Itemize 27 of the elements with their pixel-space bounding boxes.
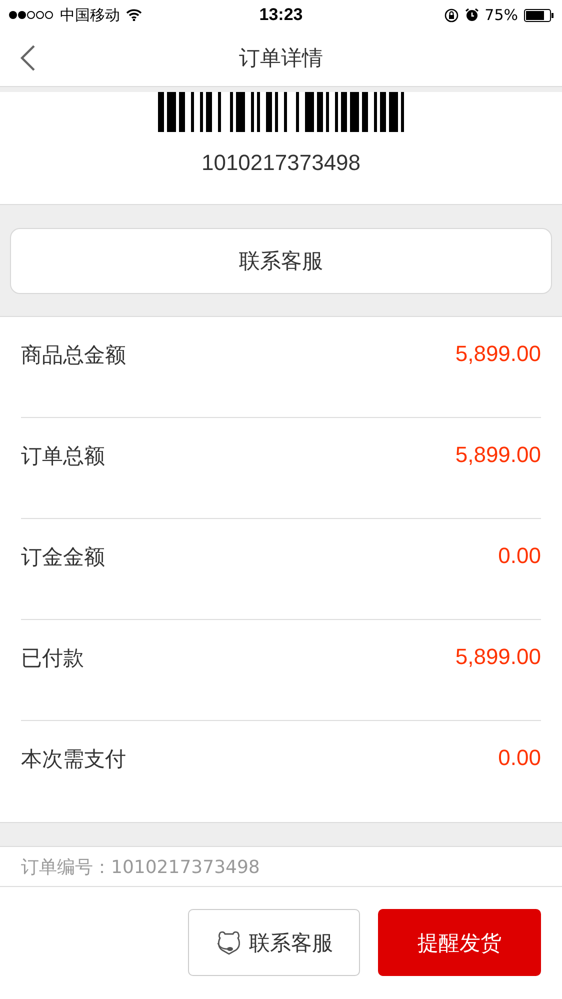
amount-label: 订金金额	[21, 544, 105, 571]
carrier-name: 中国移动	[60, 6, 120, 24]
amount-value: 0.00	[498, 745, 541, 771]
order-number: 订单编号：1010217373498	[21, 856, 260, 878]
page-title: 订单详情	[239, 45, 323, 72]
amount-label: 已付款	[21, 645, 84, 672]
remind-shipping-button[interactable]: 提醒发货	[378, 909, 541, 976]
back-icon[interactable]	[20, 44, 36, 72]
amount-value: 5,899.00	[455, 341, 541, 367]
amount-value: 0.00	[498, 543, 541, 569]
contact-service-button[interactable]: 联系客服	[10, 228, 552, 294]
amount-value: 5,899.00	[455, 442, 541, 468]
bear-headset-icon	[215, 930, 243, 956]
rotation-lock-icon	[444, 8, 459, 22]
battery-percent: 75%	[484, 6, 518, 24]
amount-label: 商品总金额	[21, 342, 126, 369]
signal-icon	[8, 10, 54, 20]
amount-value: 5,899.00	[455, 644, 541, 670]
barcode-icon	[158, 92, 404, 132]
amount-label: 本次需支付	[21, 746, 126, 773]
amount-label: 订单总额	[21, 443, 105, 470]
clock-time: 13:23	[259, 5, 303, 25]
alarm-icon	[464, 8, 479, 22]
contact-service-button[interactable]: 联系客服	[188, 909, 360, 976]
barcode-number: 1010217373498	[201, 150, 361, 176]
wifi-icon	[126, 9, 142, 21]
battery-icon	[524, 8, 554, 22]
